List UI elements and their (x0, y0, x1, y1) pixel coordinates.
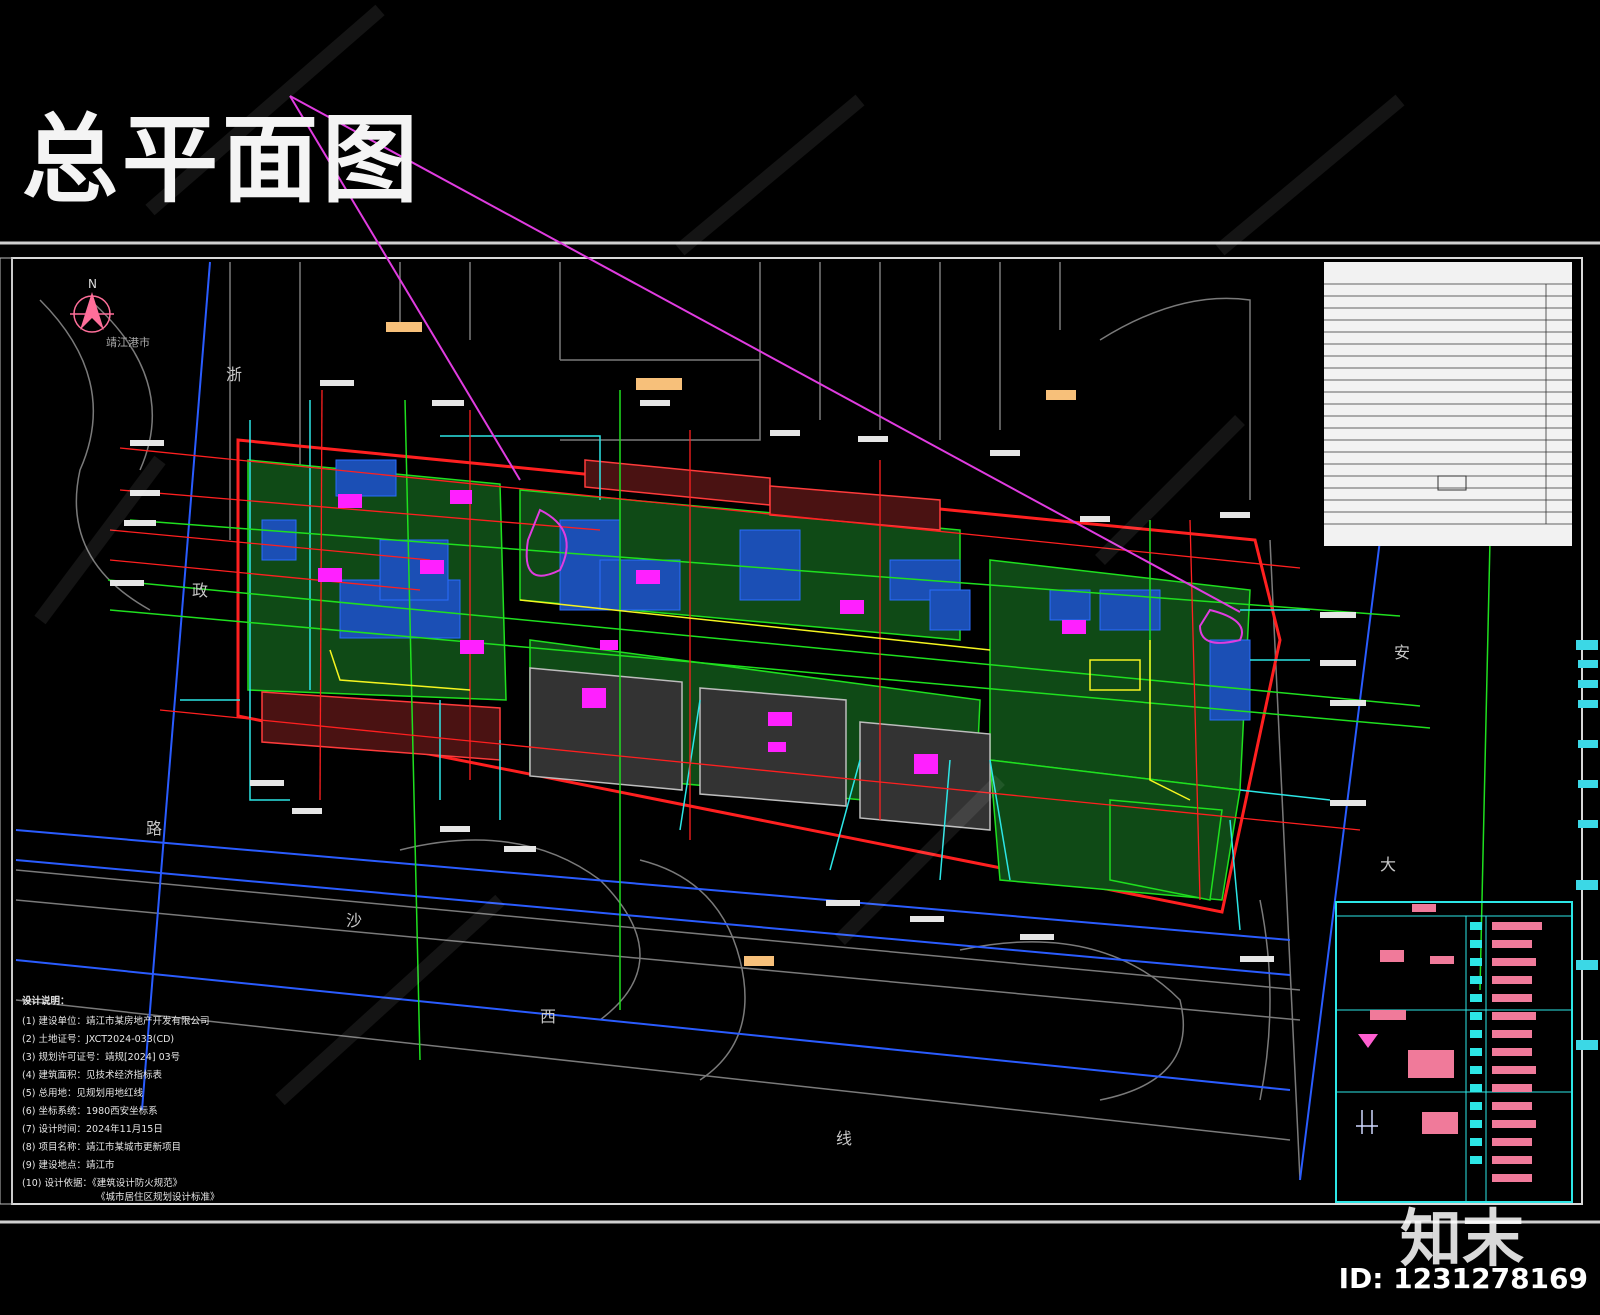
note-6: (6) 坐标系统：1980西安坐标系 (22, 1105, 158, 1117)
note-3: (3) 规划许可证号：靖规[2024] 03号 (22, 1051, 180, 1063)
note-10: (10) 设计依据：《建筑设计防火规范》 (22, 1177, 182, 1189)
note-4: (4) 建筑面积：见技术经济指标表 (22, 1069, 162, 1081)
north-arrow-icon: N 靖江港市 (70, 277, 150, 349)
note-8: (8) 项目名称：靖江市某城市更新项目 (22, 1141, 181, 1153)
road-char-bottom-2: 西 (540, 1007, 556, 1026)
right-strip (1576, 640, 1598, 1050)
road-char-bottom-1: 沙 (346, 911, 362, 930)
road-char-left-top: 浙 (226, 365, 242, 384)
north-label: N (88, 277, 97, 291)
note-2: (2) 土地证号：JXCT2024-033(CD) (22, 1033, 174, 1045)
road-char-left-bottom: 路 (146, 819, 162, 838)
note-7: (7) 设计时间：2024年11月15日 (22, 1123, 163, 1135)
note-11: 《城市居住区规划设计标准》 (96, 1191, 220, 1203)
road-char-right-2: 大 (1380, 855, 1396, 874)
note-1: (1) 建设单位：靖江市某房地产开发有限公司 (22, 1015, 209, 1027)
page-title: 总平面图 (22, 104, 422, 216)
index-table (1324, 262, 1572, 546)
road-char-left-mid: 政 (192, 581, 208, 600)
legend-flag-icon (1356, 1110, 1378, 1134)
compass-label: 靖江港市 (106, 335, 150, 349)
legend-arrow-icon (1358, 1034, 1378, 1048)
note-9: (9) 建设地点：靖江市 (22, 1159, 115, 1171)
notes-heading: 设计说明： (22, 995, 70, 1007)
road-char-right-1: 安 (1394, 643, 1410, 662)
watermark-id: ID: 1231278169 (1338, 1262, 1588, 1295)
design-notes: 设计说明： (1) 建设单位：靖江市某房地产开发有限公司 (2) 土地证号：JX… (22, 995, 220, 1203)
road-char-bottom-3: 线 (836, 1129, 852, 1148)
legend-table (1335, 901, 1573, 1203)
note-5: (5) 总用地：见规划用地红线 (22, 1087, 143, 1099)
